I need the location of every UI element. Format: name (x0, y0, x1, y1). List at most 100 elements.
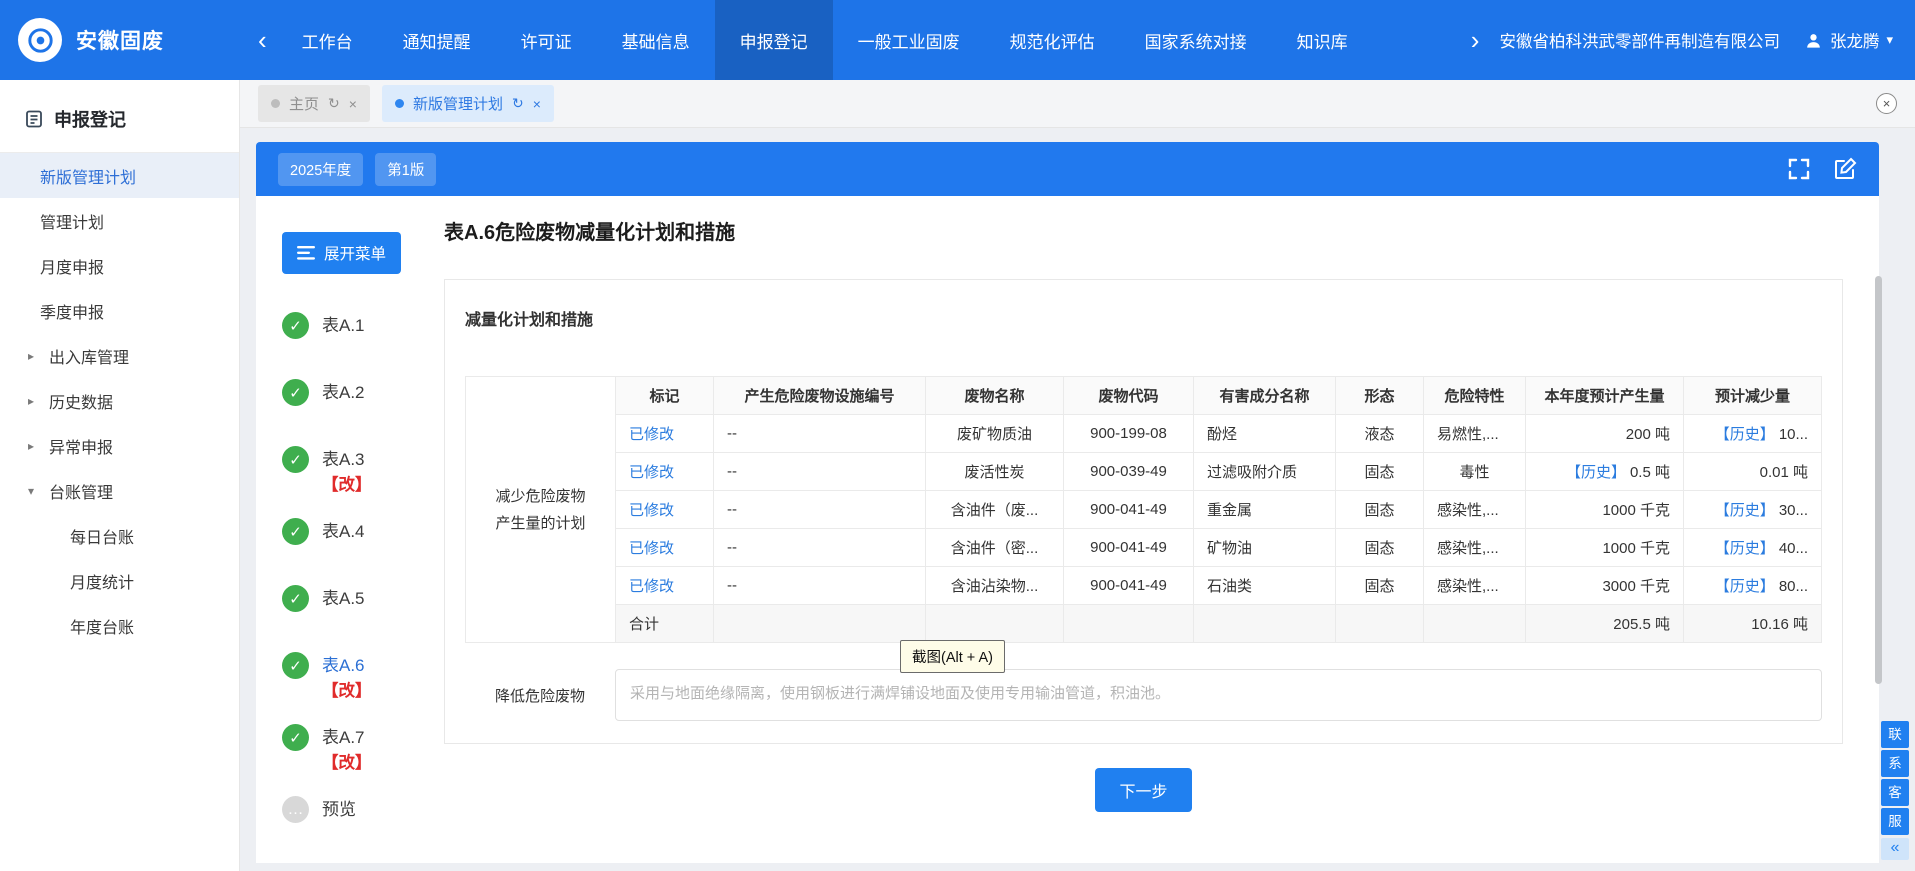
history-link[interactable]: 【历史】 (1715, 540, 1775, 557)
tab-bar: 主页 ↻ × 新版管理计划 ↻ × × (240, 80, 1915, 128)
tab-status-dot (271, 99, 280, 108)
step-item-a3[interactable]: ✓ 表A.3 【改】 (282, 446, 434, 497)
check-circle-icon: ✓ (282, 379, 309, 406)
col-header-mark: 标记 (616, 377, 714, 415)
close-icon[interactable]: × (349, 96, 357, 112)
modified-link[interactable]: 已修改 (629, 426, 674, 443)
caret-down-icon: ▾ (1886, 32, 1893, 48)
col-header-facility: 产生危险废物设施编号 (714, 377, 926, 415)
row-group-label: 减少危险废物产生量的计划 (466, 377, 616, 643)
tab-new-management-plan[interactable]: 新版管理计划 ↻ × (382, 85, 554, 122)
version-badge[interactable]: 第1版 (375, 153, 436, 186)
reduction-plan-table: 减少危险废物产生量的计划 标记 产生危险废物设施编号 废物名称 废物代码 有害成… (465, 376, 1822, 643)
step-item-preview[interactable]: … 预览 (282, 796, 434, 823)
step-item-a5[interactable]: ✓ 表A.5 (282, 585, 434, 612)
total-amount: 205.5 吨 (1526, 605, 1684, 643)
modified-link[interactable]: 已修改 (629, 464, 674, 481)
brand: 安徽固废 (0, 18, 248, 62)
user-menu[interactable]: 张龙腾 ▾ (1804, 28, 1893, 52)
company-name: 安徽省柏科洪武零部件再制造有限公司 (1499, 28, 1780, 52)
check-circle-icon: ✓ (282, 446, 309, 473)
history-link[interactable]: 【历史】 (1715, 426, 1775, 443)
col-header-hazard: 危险特性 (1424, 377, 1526, 415)
nav-item-industrial-solid-waste[interactable]: 一般工业固废 (833, 0, 985, 80)
sidebar-item-inventory-management[interactable]: ▸出入库管理 (0, 333, 239, 378)
tab-home[interactable]: 主页 ↻ × (258, 85, 370, 122)
history-link[interactable]: 【历史】 (1715, 578, 1775, 595)
user-name: 张龙腾 (1830, 28, 1880, 52)
check-circle-icon: ✓ (282, 312, 309, 339)
sidebar-title: 申报登记 (54, 106, 126, 132)
col-header-expected-amount: 本年度预计产生量 (1526, 377, 1684, 415)
sidebar-item-new-management-plan[interactable]: 新版管理计划 (0, 153, 239, 198)
nav-back-chevron-icon[interactable]: ‹ (248, 0, 277, 80)
plan-card: 2025年度 第1版 展开菜单 ✓ (256, 142, 1879, 863)
nav-item-basic-info[interactable]: 基础信息 (597, 0, 715, 80)
sidebar-item-historical-data[interactable]: ▸历史数据 (0, 378, 239, 423)
nav-item-workbench[interactable]: 工作台 (277, 0, 378, 80)
section-box: 减量化计划和措施 减少危险废物产生量的计划 标记 产生危险废物设施编号 (444, 279, 1843, 744)
next-step-button[interactable]: 下一步 (1095, 768, 1191, 812)
modified-link[interactable]: 已修改 (629, 540, 674, 557)
modified-badge: 【改】 (322, 679, 372, 703)
step-item-a6[interactable]: ✓ 表A.6 【改】 (282, 652, 434, 703)
sidebar-item-monthly-declaration[interactable]: 月度申报 (0, 243, 239, 288)
form-icon (24, 109, 44, 129)
refresh-icon[interactable]: ↻ (512, 95, 524, 112)
chevron-right-icon: ▸ (28, 439, 40, 453)
step-item-a2[interactable]: ✓ 表A.2 (282, 379, 434, 406)
table-row: 已修改 -- 废矿物质油 900-199-08 酚烃 液态 易燃性,... 20… (466, 415, 1822, 453)
reduction-measures-textarea[interactable]: 采用与地面绝缘隔离，使用钢板进行满焊铺设地面及使用专用输油管道，积油池。 (615, 669, 1822, 721)
history-link[interactable]: 【历史】 (1715, 502, 1775, 519)
history-link[interactable]: 【历史】 (1566, 464, 1626, 481)
close-all-tabs-button[interactable]: × (1876, 93, 1897, 114)
header-row: 减少危险废物产生量的计划 标记 产生危险废物设施编号 废物名称 废物代码 有害成… (466, 377, 1822, 415)
close-icon[interactable]: × (533, 96, 541, 112)
close-icon: × (1883, 96, 1891, 111)
nav-item-license[interactable]: 许可证 (496, 0, 597, 80)
nav-item-declaration[interactable]: 申报登记 (715, 0, 833, 80)
modified-link[interactable]: 已修改 (629, 502, 674, 519)
expand-menu-button[interactable]: 展开菜单 (282, 232, 401, 274)
nav-item-national-system[interactable]: 国家系统对接 (1120, 0, 1272, 80)
sidebar-item-abnormal-declaration[interactable]: ▸异常申报 (0, 423, 239, 468)
nav-item-knowledge-base[interactable]: 知识库 (1272, 0, 1373, 80)
sidebar-header: 申报登记 (0, 80, 239, 132)
step-item-a1[interactable]: ✓ 表A.1 (282, 312, 434, 339)
sidebar-item-annual-ledger[interactable]: 年度台账 (0, 603, 239, 648)
modified-badge: 【改】 (322, 473, 372, 497)
modified-badge: 【改】 (322, 751, 372, 775)
nav-item-notifications[interactable]: 通知提醒 (378, 0, 496, 80)
app-title: 安徽固废 (76, 25, 164, 55)
tab-label: 主页 (289, 93, 319, 114)
edit-icon[interactable] (1833, 157, 1857, 181)
nav-right-cluster: › 安徽省柏科洪武零部件再制造有限公司 张龙腾 ▾ (1461, 0, 1915, 80)
nav-item-standardization-assessment[interactable]: 规范化评估 (985, 0, 1120, 80)
step-item-a4[interactable]: ✓ 表A.4 (282, 518, 434, 545)
check-circle-icon: ✓ (282, 585, 309, 612)
sidebar-item-ledger-management[interactable]: ▾台账管理 (0, 468, 239, 513)
fullscreen-icon[interactable] (1787, 157, 1811, 181)
tab-status-dot (395, 99, 404, 108)
check-circle-icon: ✓ (282, 518, 309, 545)
col-header-form: 形态 (1336, 377, 1424, 415)
user-icon (1804, 31, 1823, 50)
sidebar-item-management-plan[interactable]: 管理计划 (0, 198, 239, 243)
nav-forward-chevron-icon[interactable]: › (1461, 0, 1490, 80)
form-area: 表A.6危险废物减量化计划和措施 减量化计划和措施 减少危险废物产生量的计划 (434, 196, 1879, 863)
year-badge[interactable]: 2025年度 (278, 153, 363, 186)
chevron-right-icon: ▸ (28, 394, 40, 408)
step-item-a7[interactable]: ✓ 表A.7 【改】 (282, 724, 434, 775)
scrollbar[interactable] (1875, 276, 1882, 684)
top-nav: 安徽固废 ‹ 工作台 通知提醒 许可证 基础信息 申报登记 一般工业固废 规范化… (0, 0, 1915, 80)
table-row: 已修改 -- 含油件（废... 900-041-49 重金属 固态 感染性,..… (466, 491, 1822, 529)
sidebar-item-monthly-statistics[interactable]: 月度统计 (0, 558, 239, 603)
contact-service-button[interactable]: 联 系 客 服 (1881, 721, 1909, 835)
modified-link[interactable]: 已修改 (629, 578, 674, 595)
sidebar-item-quarterly-declaration[interactable]: 季度申报 (0, 288, 239, 333)
collapse-button[interactable]: « (1881, 838, 1909, 860)
pending-dots-icon: … (282, 796, 309, 823)
refresh-icon[interactable]: ↻ (328, 95, 340, 112)
sidebar-item-daily-ledger[interactable]: 每日台账 (0, 513, 239, 558)
section-title: 减量化计划和措施 (465, 306, 1822, 330)
